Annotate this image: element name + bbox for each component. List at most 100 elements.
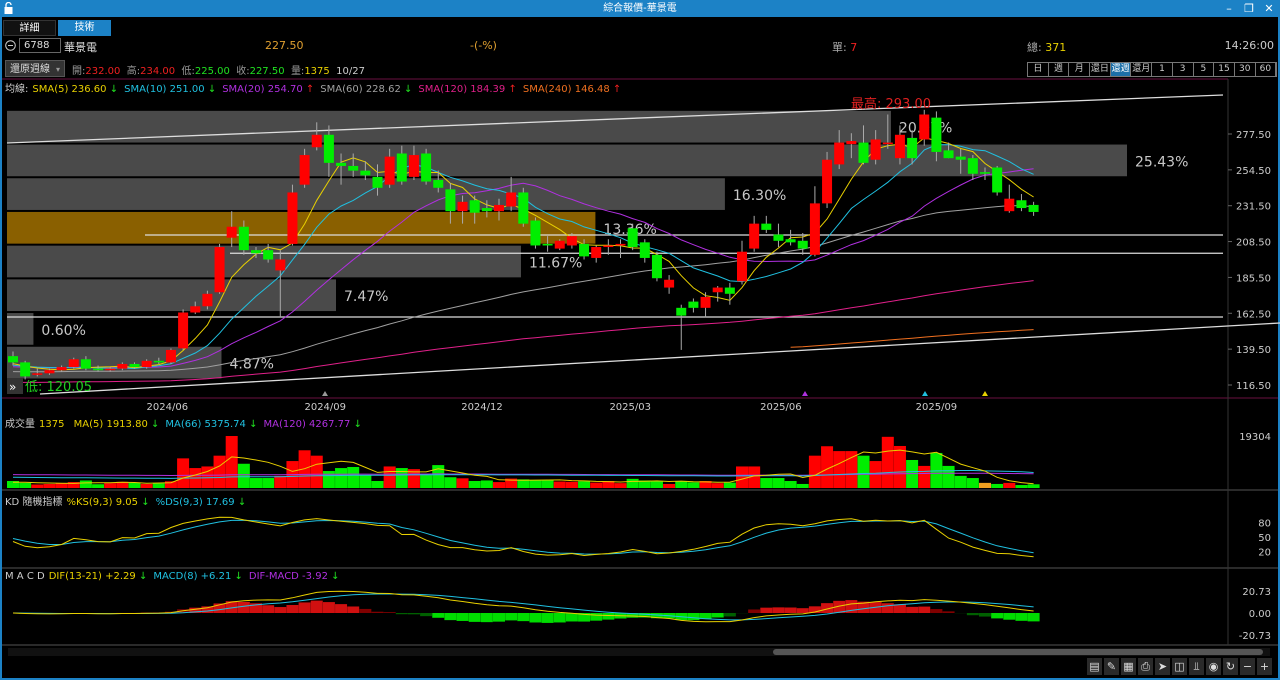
volume-legend-item: MA(66) 5375.74 ↓ (165, 419, 258, 430)
candle-up (749, 223, 760, 249)
candle-down (518, 192, 529, 224)
candle-down (761, 223, 772, 230)
panel-icon[interactable]: ◫ (1172, 658, 1187, 675)
candle-down (469, 200, 480, 213)
macd-legend: M A C D DIF(13-21) +2.29 ↓ MACD(8) +6.21 ↓… (5, 571, 346, 582)
cursor-icon[interactable]: ➤ (1155, 658, 1170, 675)
draw-line-icon[interactable]: ✎ (1104, 658, 1119, 675)
macd-histogram-bar (565, 613, 578, 622)
macd-histogram-bar (966, 613, 979, 616)
kd-tick-label: 80 (1258, 519, 1271, 530)
chart-scrollbar[interactable] (8, 648, 1270, 656)
volume-bar (43, 483, 56, 488)
volume-bar (383, 466, 396, 488)
candle-up (566, 236, 577, 246)
macd-histogram-bar (881, 603, 894, 613)
table-search-icon[interactable]: ▦ (1121, 658, 1136, 675)
candle-up (165, 349, 176, 363)
volume-bar (991, 483, 1004, 488)
highest-price-label: 最高: 293.00 (851, 96, 931, 112)
price-tick-label: 139.50 (1236, 345, 1271, 356)
candle-down (20, 362, 31, 377)
signal-marker-icon (802, 391, 808, 396)
candle-down (639, 242, 650, 258)
scrollbar-thumb[interactable] (773, 649, 1263, 655)
zoom-in-icon[interactable]: + (1257, 658, 1272, 675)
volume-bar (808, 455, 821, 488)
volume-profile-band (7, 279, 336, 312)
volume-bar (79, 480, 92, 488)
macd-histogram-bar (395, 613, 408, 615)
document-icon[interactable]: ▤ (1087, 658, 1102, 675)
volume-bar (942, 465, 955, 488)
volume-bar (736, 466, 748, 488)
macd-histogram-bar (1015, 613, 1028, 621)
volume-bar (371, 480, 384, 488)
kd-legend-title: KD 隨機指標 (5, 497, 63, 508)
price-tick-label: 277.50 (1236, 130, 1271, 141)
volume-profile-band (7, 211, 596, 244)
date-tick-label: 2025/03 (609, 402, 651, 413)
volume-bar (213, 455, 226, 488)
volume-bar (456, 478, 469, 488)
refresh-icon[interactable]: ↻ (1223, 658, 1238, 675)
macd-histogram-bar (274, 607, 287, 613)
candle-down (396, 153, 407, 182)
macd-histogram-bar (942, 611, 955, 613)
volume-legend-item: MA(120) 4267.77 ↓ (263, 419, 362, 430)
volume-bar (857, 455, 870, 488)
candle-down (858, 142, 869, 163)
kd-k-line (12, 516, 1034, 558)
band-percent-label: 25.43% (1135, 154, 1188, 170)
eye-icon[interactable]: ◉ (1206, 658, 1221, 675)
candle-up (105, 368, 116, 371)
volume-bar (893, 445, 906, 488)
candle-up (384, 156, 395, 185)
macd-histogram-bar (444, 613, 457, 621)
candle-down (372, 176, 383, 188)
price-tick-label: 254.50 (1236, 166, 1271, 177)
candle-down (421, 153, 432, 182)
candle-up (275, 259, 286, 271)
candle-up (68, 359, 79, 368)
macd-histogram-bar (784, 607, 797, 613)
arrow-down-icon: ↓ (138, 571, 148, 582)
candle-down (651, 254, 662, 279)
macd-histogram-bar (1003, 613, 1016, 620)
candle-down (785, 239, 796, 243)
candle-down (80, 359, 91, 369)
macd-histogram-bar (468, 613, 481, 622)
candle-up (141, 360, 152, 368)
kd-legend-item: %DS(9,3) 17.69 ↓ (155, 497, 247, 508)
macd-legend-item: DIF(13-21) +2.29 ↓ (48, 571, 148, 582)
date-tick-label: 2024/12 (461, 402, 503, 413)
candle-down (8, 356, 18, 363)
candle-down (980, 172, 990, 174)
lowest-price-label: 低: 120.05 (25, 380, 92, 395)
print-icon[interactable]: ⎙ (1138, 658, 1153, 675)
macd-histogram-bar (335, 604, 348, 613)
macd-histogram-bar (541, 613, 554, 623)
candle-up (882, 142, 893, 145)
chart-canvas[interactable]: 4.87%0.60%7.47%11.67%13.36%16.30%25.43%2… (0, 0, 1280, 660)
candle-down (542, 243, 553, 246)
candle-down (251, 250, 261, 254)
candle-up (457, 201, 468, 212)
volume-profile-band (7, 178, 725, 210)
volume-bar (772, 478, 785, 488)
volume-bar (140, 483, 153, 488)
volume-bar (833, 451, 846, 488)
macd-tick-label: -20.73 (1239, 631, 1271, 642)
zoom-out-icon[interactable]: − (1240, 658, 1255, 675)
price-tick-label: 116.50 (1236, 381, 1271, 392)
candle-down (360, 170, 371, 176)
candle-down (943, 150, 954, 159)
candle-up (603, 245, 614, 248)
candle-up (737, 251, 747, 282)
volume-bar (553, 481, 566, 488)
candle-up (178, 312, 189, 349)
candle-up (506, 192, 517, 207)
indicator-icon[interactable]: ⫫ (1189, 658, 1204, 675)
volume-bar (468, 480, 481, 488)
date-tick-label: 2025/09 (916, 402, 958, 413)
